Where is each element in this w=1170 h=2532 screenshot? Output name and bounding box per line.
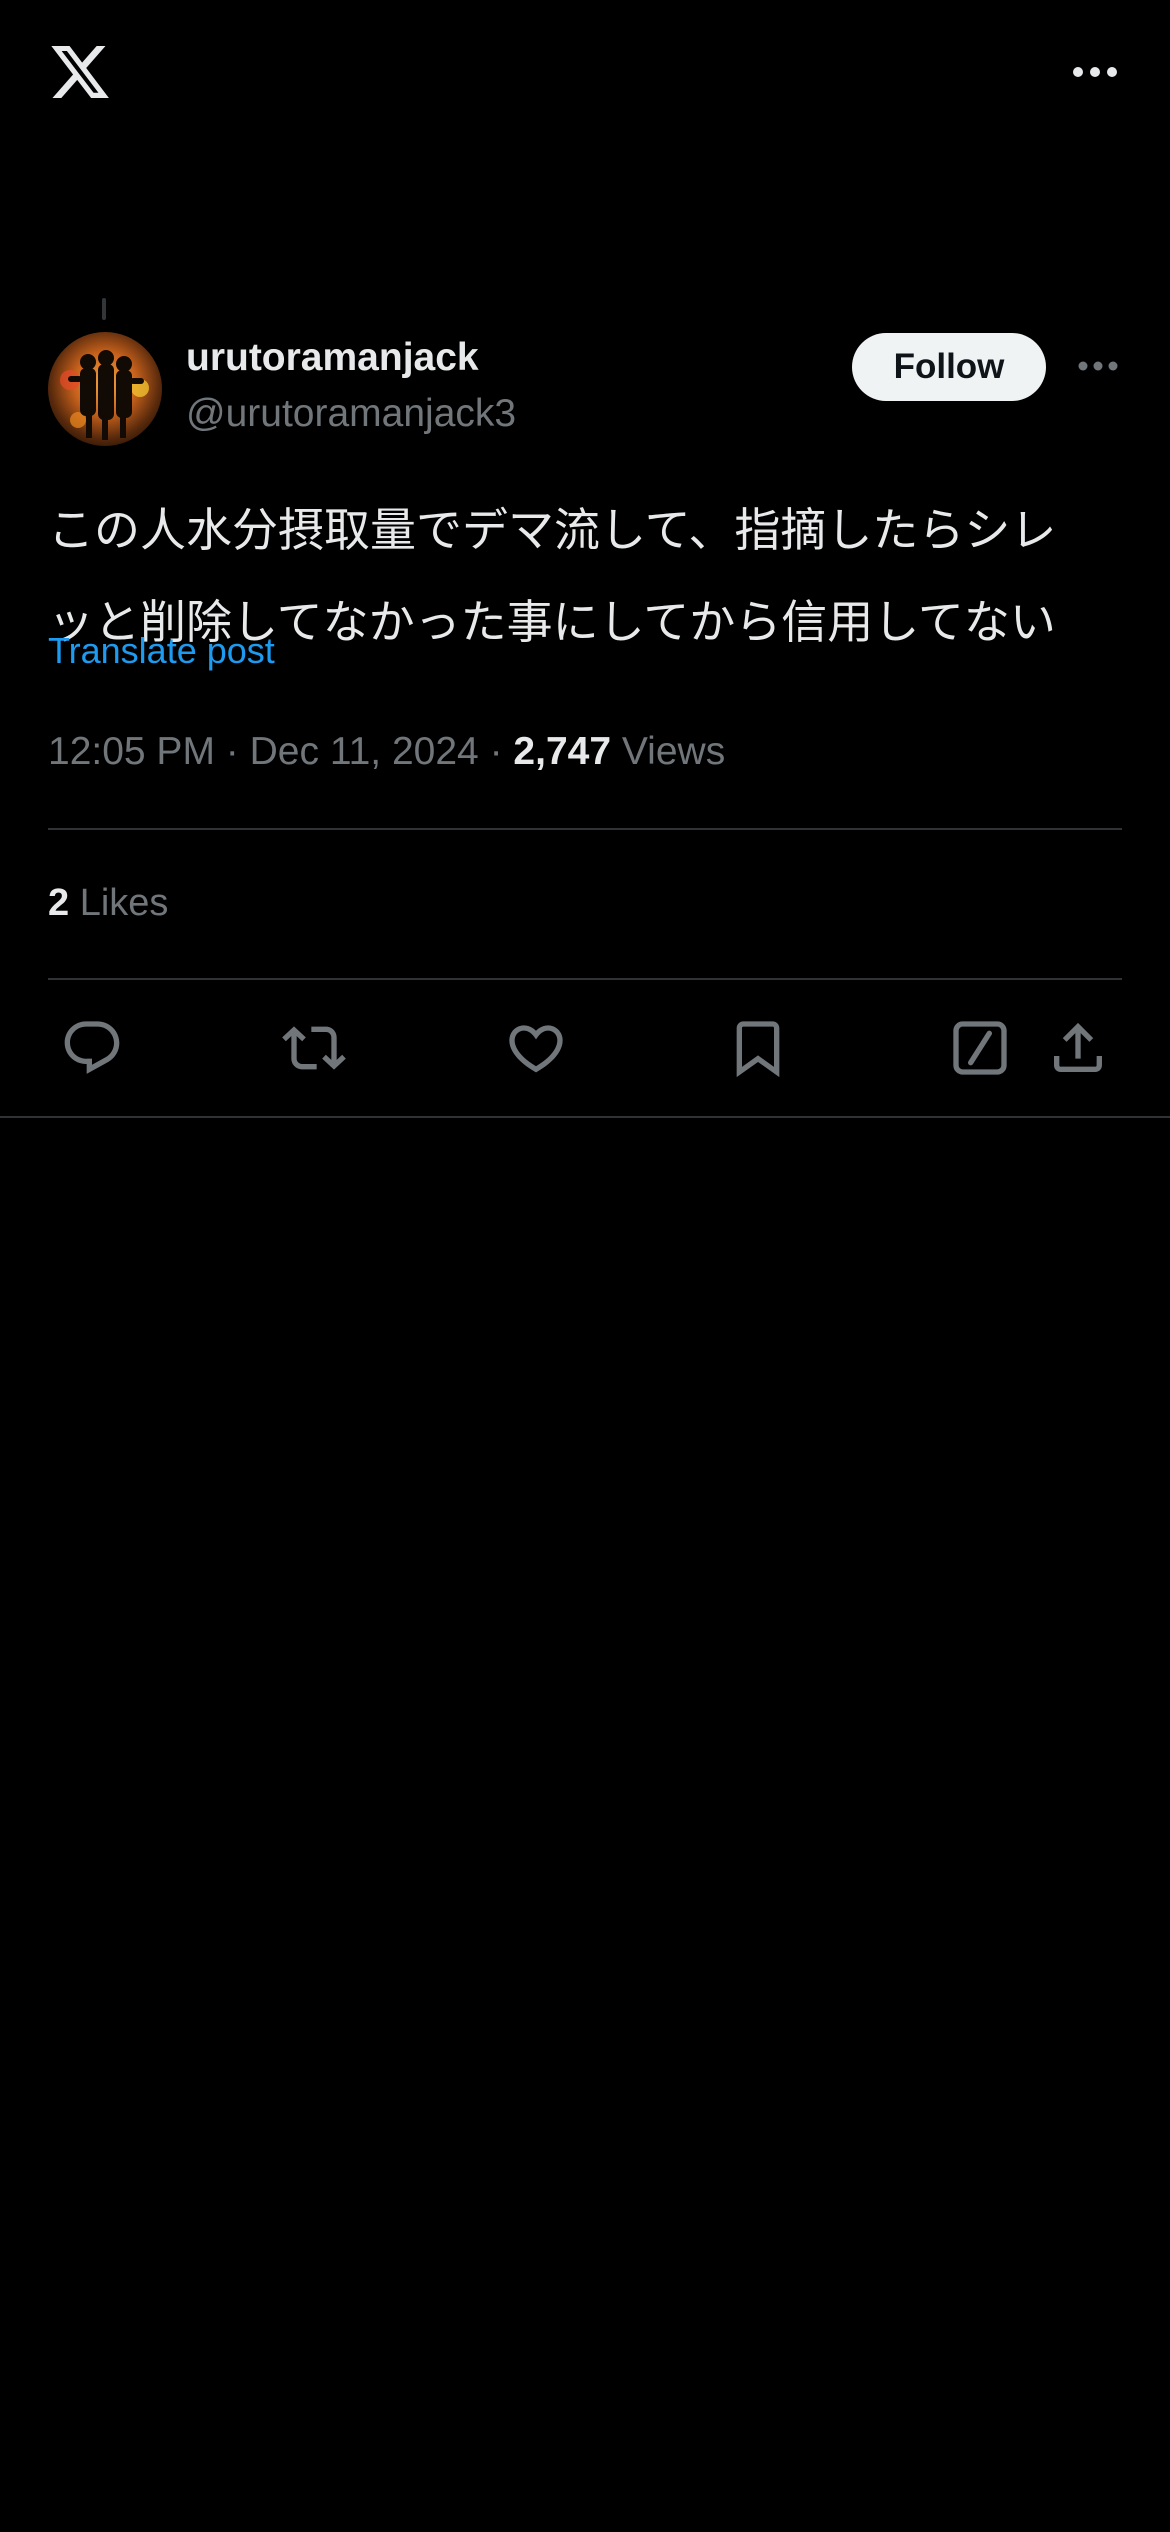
x-logo-icon[interactable] — [46, 40, 114, 104]
like-button[interactable] — [504, 1016, 568, 1080]
divider — [0, 1116, 1170, 1118]
repost-icon — [282, 1026, 346, 1070]
top-bar — [0, 0, 1170, 150]
thread-connector-line — [102, 298, 106, 320]
follow-button[interactable]: Follow — [852, 333, 1046, 401]
bookmark-icon — [736, 1021, 780, 1078]
divider — [48, 978, 1122, 980]
translate-post-link[interactable]: Translate post — [48, 630, 275, 672]
likes-summary[interactable]: 2 Likes — [48, 882, 168, 925]
share-button[interactable] — [1046, 1016, 1110, 1080]
author-handle[interactable]: @urutoramanjack3 — [186, 392, 516, 436]
post-date: Dec 11, 2024 — [249, 730, 479, 773]
meta-separator: · — [225, 730, 239, 773]
views-count[interactable]: 2,747 — [513, 730, 611, 773]
author-display-name[interactable]: urutoramanjack — [186, 336, 479, 380]
avatar[interactable] — [48, 332, 162, 446]
reply-button[interactable] — [60, 1016, 124, 1080]
reply-icon — [64, 1021, 120, 1074]
heart-icon — [509, 1025, 563, 1073]
bookmark-button[interactable] — [726, 1016, 790, 1080]
grok-button[interactable] — [948, 1016, 1012, 1080]
grok-icon — [953, 1021, 1007, 1075]
repost-button[interactable] — [282, 1016, 346, 1080]
post-more-icon[interactable] — [1076, 352, 1120, 380]
views-label: Views — [621, 730, 726, 773]
likes-count: 2 — [48, 882, 70, 924]
divider — [48, 828, 1122, 830]
likes-label: Likes — [79, 882, 169, 924]
post-metadata: 12:05 PM · Dec 11, 2024 · 2,747 Views — [48, 730, 725, 774]
avatar-image — [48, 332, 162, 446]
post-time: 12:05 PM — [48, 730, 215, 773]
more-horizontal-icon[interactable] — [1070, 56, 1120, 88]
share-icon — [1054, 1022, 1102, 1072]
meta-separator: · — [489, 730, 503, 773]
